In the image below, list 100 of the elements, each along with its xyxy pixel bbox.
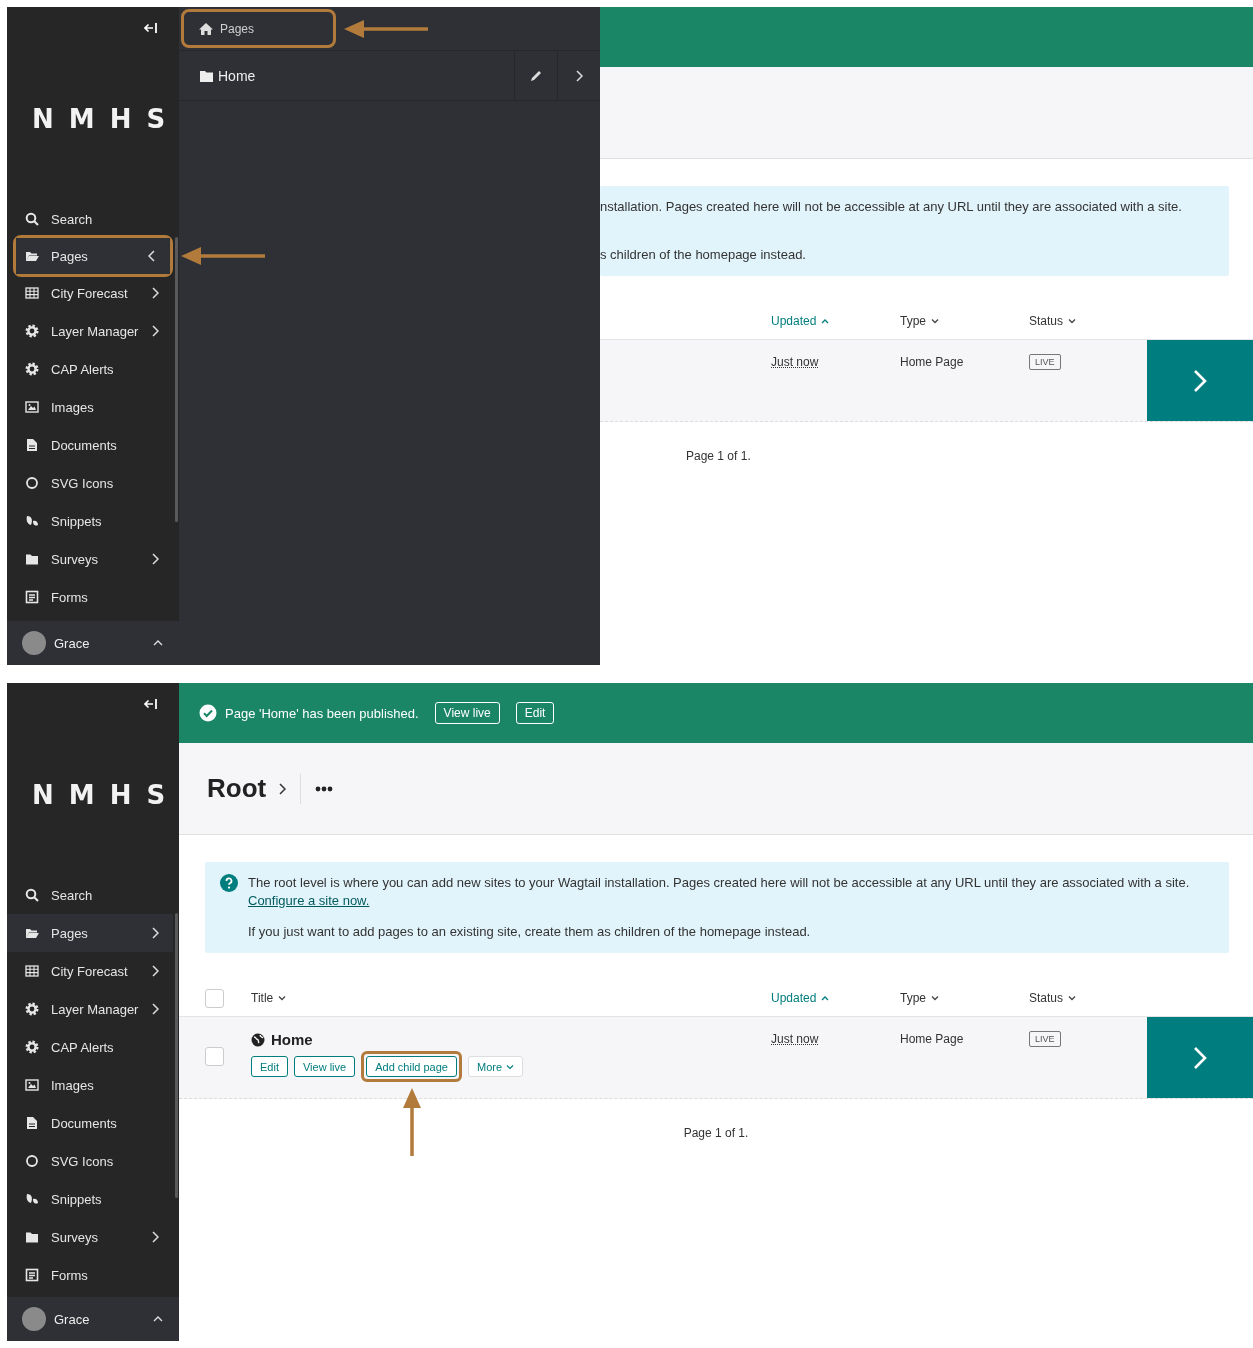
row-checkbox[interactable] xyxy=(205,1047,224,1066)
chevron-right-icon xyxy=(151,1231,159,1243)
sidebar-item[interactable]: SVG Icons xyxy=(7,464,173,502)
sidebar-item[interactable]: City Forecast xyxy=(7,274,173,312)
page-type: Home Page xyxy=(900,1032,964,1046)
notification-message: Page 'Home' has been published. xyxy=(225,705,419,721)
sidebar-item[interactable]: CAP Alerts xyxy=(7,1028,173,1066)
more-dropdown-button[interactable]: More xyxy=(467,1056,524,1077)
image-icon xyxy=(25,1078,39,1092)
explorer-page-link[interactable]: Home xyxy=(179,51,514,100)
pagination-text: Page 1 of 1. xyxy=(686,449,751,463)
sidebar-item[interactable]: Search xyxy=(7,876,173,914)
sidebar-item[interactable]: Layer Manager xyxy=(7,990,173,1028)
updated-time: Just now xyxy=(771,1032,819,1046)
caret-up-icon xyxy=(153,1315,163,1323)
sidebar-item[interactable]: SVG Icons xyxy=(7,1142,173,1180)
page-title: Root xyxy=(207,773,267,804)
sidebar-item[interactable]: Snippets xyxy=(7,1180,173,1218)
open-row-button[interactable] xyxy=(1147,1017,1253,1098)
status-tag: LIVE xyxy=(1029,1031,1061,1047)
sidebar-item[interactable]: CAP Alerts xyxy=(7,350,173,388)
avatar xyxy=(22,1307,46,1331)
folder-icon xyxy=(25,926,39,940)
image-icon xyxy=(25,400,39,414)
select-all-checkbox[interactable] xyxy=(205,988,224,1008)
scrollbar[interactable] xyxy=(175,237,178,522)
caret-up-icon xyxy=(821,318,830,324)
sidebar-item[interactable]: Layer Manager xyxy=(7,312,173,350)
help-circle-icon xyxy=(220,874,238,892)
chevron-right-icon xyxy=(151,287,159,299)
sidebar-item[interactable]: Documents xyxy=(7,426,173,464)
chevron-right-icon xyxy=(278,782,287,795)
caret-up-icon xyxy=(821,995,830,1001)
column-sort-header[interactable]: Type xyxy=(900,991,939,1005)
sidebar-item[interactable]: Surveys xyxy=(7,540,173,578)
search-icon xyxy=(25,212,39,226)
row-action-button[interactable]: Add child page xyxy=(366,1056,457,1077)
caret-down-icon xyxy=(931,318,939,324)
collapse-arrow-icon xyxy=(144,22,158,34)
breadcrumb-link[interactable]: Pages xyxy=(184,21,255,36)
document-icon xyxy=(25,438,39,452)
info-text: s children of the homepage instead. xyxy=(600,246,807,264)
chevron-right-icon xyxy=(1193,1045,1207,1070)
sidebar-item[interactable]: City Forecast xyxy=(7,952,173,990)
page-title-link[interactable]: Home xyxy=(251,1031,524,1048)
form-icon xyxy=(25,590,39,604)
column-sort-header[interactable]: Status xyxy=(1029,314,1077,328)
chevron-left-icon xyxy=(148,250,156,262)
page-type: Home Page xyxy=(900,355,964,369)
sidebar-item[interactable]: Images xyxy=(7,388,173,426)
more-dots-icon xyxy=(315,785,334,792)
status-tag: LIVE xyxy=(1029,354,1061,370)
caret-up-icon xyxy=(153,639,163,647)
column-sort-header[interactable]: Title xyxy=(251,991,287,1005)
row-action-button[interactable]: View live xyxy=(293,1056,356,1077)
banner-button[interactable]: View live xyxy=(434,702,500,724)
caret-down-icon xyxy=(931,995,939,1001)
check-circle-icon xyxy=(199,704,217,722)
chevron-right-icon xyxy=(151,553,159,565)
document-icon xyxy=(25,1116,39,1130)
column-sort-header[interactable]: Updated xyxy=(771,314,830,328)
row-action-button[interactable]: Edit xyxy=(251,1056,288,1077)
gear-icon xyxy=(25,362,39,376)
sidebar-item[interactable]: Search xyxy=(7,200,173,238)
open-row-button[interactable] xyxy=(1147,340,1253,421)
sidebar-item[interactable]: Images xyxy=(7,1066,173,1104)
circle-icon xyxy=(25,1154,39,1168)
sidebar-item[interactable]: Surveys xyxy=(7,1218,173,1256)
sidebar-item[interactable]: Pages xyxy=(16,238,170,274)
chevron-right-icon xyxy=(575,69,583,82)
collapse-arrow-icon xyxy=(144,698,158,710)
search-icon xyxy=(25,888,39,902)
form-icon xyxy=(25,1268,39,1282)
info-text: The root level is where you can add new sites to your Wagtail installation. Pages created here will not be accessible at any URL until they are associated with a site. Configure a site now. xyxy=(248,874,1191,910)
caret-down-icon xyxy=(1068,995,1077,1001)
pagination-text: Page 1 of 1. xyxy=(683,1126,749,1140)
sidebar-item[interactable]: Snippets xyxy=(7,502,173,540)
folder-icon xyxy=(25,249,39,263)
configure-site-link[interactable]: Configure a site now. xyxy=(248,892,370,910)
column-sort-header[interactable]: Updated xyxy=(771,991,830,1005)
caret-down-icon xyxy=(1068,318,1077,324)
column-sort-header[interactable]: Type xyxy=(900,314,939,328)
info-text: If you just want to add pages to an existing site, create them as children of the homepage instead. xyxy=(248,923,812,941)
sidebar-item[interactable]: Documents xyxy=(7,1104,173,1142)
table-icon xyxy=(25,964,39,978)
folder-icon xyxy=(25,552,39,566)
banner-button[interactable]: Edit xyxy=(515,702,555,724)
caret-down-icon xyxy=(278,995,287,1001)
chevron-right-icon xyxy=(1193,368,1207,393)
scrollbar[interactable] xyxy=(175,913,178,1198)
sidebar-item[interactable]: Forms xyxy=(7,578,173,616)
leaf-icon xyxy=(25,514,39,528)
folder-icon xyxy=(25,1230,39,1244)
column-sort-header[interactable]: Status xyxy=(1029,991,1077,1005)
sidebar-item[interactable]: Pages xyxy=(7,914,173,952)
sidebar-item[interactable]: Forms xyxy=(7,1256,173,1294)
caret-down-icon xyxy=(506,1063,515,1070)
avatar xyxy=(22,631,46,655)
chevron-right-icon xyxy=(151,927,159,939)
pencil-icon xyxy=(529,68,543,83)
